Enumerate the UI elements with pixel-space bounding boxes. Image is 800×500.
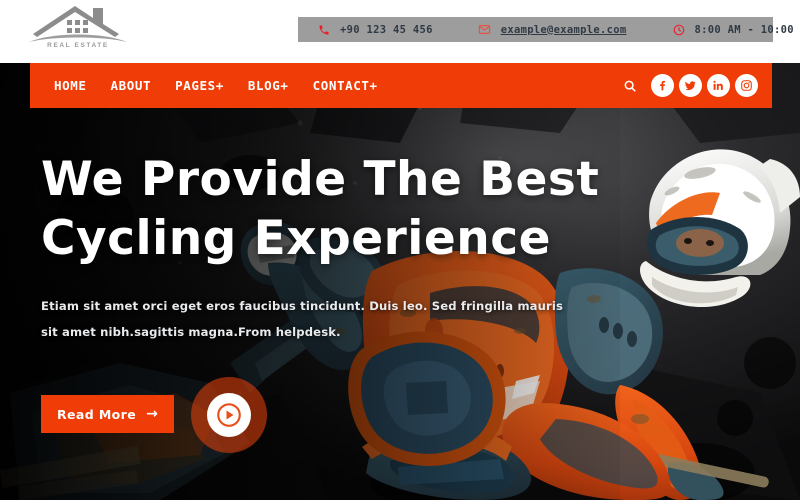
- contact-info-bar: +90 123 45 456 example@example.com 8:00 …: [298, 17, 800, 42]
- twitter-icon[interactable]: [679, 74, 702, 97]
- search-icon[interactable]: [619, 75, 641, 97]
- facebook-icon[interactable]: [651, 74, 674, 97]
- linkedin-icon[interactable]: [707, 74, 730, 97]
- business-hours: 8:00 AM - 10:00 PM: [671, 17, 800, 42]
- read-more-label: Read More: [57, 406, 137, 422]
- logo-text: REAL ESTATE: [47, 42, 109, 49]
- nav-item-blog[interactable]: BLOG+: [236, 78, 301, 93]
- phone-icon: [316, 22, 332, 38]
- envelope-icon: [477, 22, 493, 38]
- hero-title-line1: We Provide The Best: [41, 152, 600, 207]
- instagram-icon[interactable]: [735, 74, 758, 97]
- read-more-button[interactable]: Read More →: [41, 395, 175, 433]
- house-roof-icon: [29, 6, 127, 42]
- play-circle-icon: [207, 393, 252, 437]
- nav-links: HOME ABOUT PAGES+ BLOG+ CONTACT+: [42, 78, 390, 93]
- hero-content: We Provide The Best Cycling Experience E…: [41, 150, 601, 453]
- arrow-right-icon: →: [146, 406, 159, 422]
- hero-subtitle: Etiam sit amet orci eget eros faucibus t…: [41, 299, 564, 339]
- nav-item-home[interactable]: HOME: [42, 78, 99, 93]
- email-address: example@example.com: [500, 23, 627, 36]
- nav-item-about[interactable]: ABOUT: [99, 78, 164, 93]
- social-links: [651, 74, 758, 97]
- landing-page: REAL ESTATE +90 123 45 456 example@examp…: [0, 0, 800, 500]
- play-video-button[interactable]: [191, 377, 268, 453]
- contact-phone[interactable]: +90 123 45 456: [316, 17, 433, 42]
- nav-item-contact[interactable]: CONTACT+: [301, 78, 390, 93]
- hero-actions: Read More →: [41, 375, 601, 453]
- nav-right-group: [619, 74, 772, 97]
- clock-icon: [671, 22, 687, 38]
- main-navigation: HOME ABOUT PAGES+ BLOG+ CONTACT+: [30, 63, 772, 108]
- contact-email[interactable]: example@example.com: [477, 17, 627, 42]
- logo[interactable]: REAL ESTATE: [23, 2, 133, 58]
- nav-item-pages[interactable]: PAGES+: [163, 78, 236, 93]
- top-bar: REAL ESTATE +90 123 45 456 example@examp…: [0, 0, 800, 63]
- phone-number: +90 123 45 456: [340, 23, 433, 36]
- hero-title-line2: Cycling Experience: [41, 211, 551, 266]
- hours-text: 8:00 AM - 10:00 PM: [694, 23, 800, 36]
